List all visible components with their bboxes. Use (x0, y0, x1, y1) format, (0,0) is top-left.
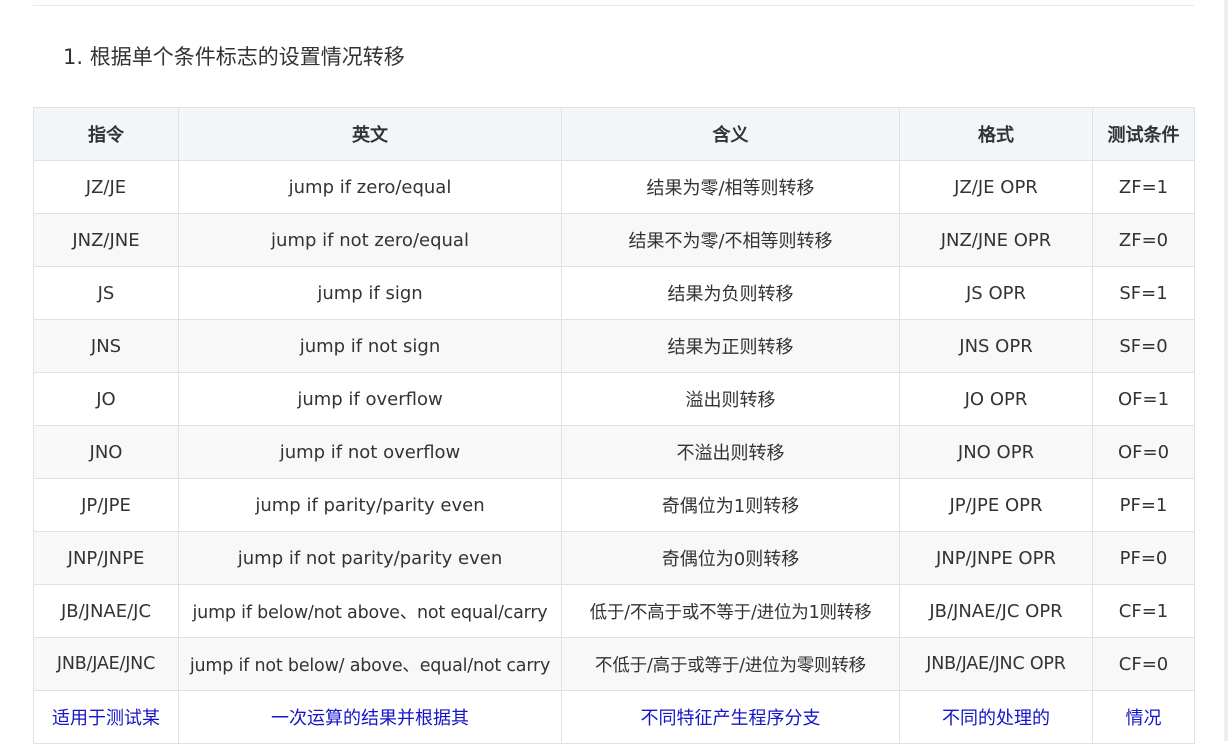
cell-test-condition: SF=0 (1092, 319, 1195, 373)
cell-english: jump if below/not above、not equal/carry (178, 584, 562, 638)
table-row: JO jump if overflow 溢出则转移 JO OPR OF=1 (33, 372, 1195, 426)
cell-link-text[interactable]: 情况 (1092, 690, 1195, 744)
cell-test-condition: ZF=1 (1092, 160, 1195, 214)
cell-english: jump if not zero/equal (178, 213, 562, 267)
table-row: JS jump if sign 结果为负则转移 JS OPR SF=1 (33, 266, 1195, 320)
header-format: 格式 (899, 107, 1093, 161)
cell-meaning: 溢出则转移 (561, 372, 900, 426)
cell-english: jump if sign (178, 266, 562, 320)
cell-link-text[interactable]: 适用于测试某 (33, 690, 179, 744)
cell-instruction: JNP/JNPE (33, 531, 179, 585)
table-row: JNO jump if not overflow 不溢出则转移 JNO OPR … (33, 425, 1195, 479)
cell-format: JO OPR (899, 372, 1093, 426)
cell-format: JNO OPR (899, 425, 1093, 479)
cell-test-condition: ZF=0 (1092, 213, 1195, 267)
header-test-condition: 测试条件 (1092, 107, 1195, 161)
table-row: JP/JPE jump if parity/parity even 奇偶位为1则… (33, 478, 1195, 532)
cell-test-condition: CF=1 (1092, 584, 1195, 638)
cell-instruction: JP/JPE (33, 478, 179, 532)
table-row: JZ/JE jump if zero/equal 结果为零/相等则转移 JZ/J… (33, 160, 1195, 214)
cell-meaning: 奇偶位为1则转移 (561, 478, 900, 532)
cell-meaning: 结果为正则转移 (561, 319, 900, 373)
cell-meaning: 低于/不高于或不等于/进位为1则转移 (561, 584, 900, 638)
top-divider (33, 5, 1194, 6)
cell-instruction: JB/JNAE/JC (33, 584, 179, 638)
cell-english: jump if overflow (178, 372, 562, 426)
cell-format: JNS OPR (899, 319, 1093, 373)
table-row: JNB/JAE/JNC jump if not below/ above、equ… (33, 637, 1195, 691)
cell-format: JP/JPE OPR (899, 478, 1093, 532)
cell-english: jump if parity/parity even (178, 478, 562, 532)
cell-format: JNB/JAE/JNC OPR (899, 637, 1093, 691)
cell-instruction: JO (33, 372, 179, 426)
header-instruction: 指令 (33, 107, 179, 161)
cell-instruction: JNO (33, 425, 179, 479)
scrollbar-track[interactable] (1224, 0, 1228, 741)
cell-link-text[interactable]: 不同的处理的 (899, 690, 1093, 744)
cell-format: JZ/JE OPR (899, 160, 1093, 214)
cell-test-condition: SF=1 (1092, 266, 1195, 320)
table-row: JNZ/JNE jump if not zero/equal 结果不为零/不相等… (33, 213, 1195, 267)
cell-english: jump if not parity/parity even (178, 531, 562, 585)
cell-meaning: 结果不为零/不相等则转移 (561, 213, 900, 267)
conditional-jump-table: 指令 英文 含义 格式 测试条件 JZ/JE jump if zero/equa… (33, 107, 1195, 744)
table-row-link-text: 适用于测试某 一次运算的结果并根据其 不同特征产生程序分支 不同的处理的 情况 (33, 690, 1195, 744)
cell-format: JB/JNAE/JC OPR (899, 584, 1093, 638)
cell-format: JS OPR (899, 266, 1093, 320)
cell-english: jump if not sign (178, 319, 562, 373)
cell-instruction: JS (33, 266, 179, 320)
cell-instruction: JNZ/JNE (33, 213, 179, 267)
cell-meaning: 不低于/高于或等于/进位为零则转移 (561, 637, 900, 691)
table-row: JNS jump if not sign 结果为正则转移 JNS OPR SF=… (33, 319, 1195, 373)
cell-meaning: 结果为零/相等则转移 (561, 160, 900, 214)
cell-link-text[interactable]: 不同特征产生程序分支 (561, 690, 900, 744)
table-row: JB/JNAE/JC jump if below/not above、not e… (33, 584, 1195, 638)
cell-link-text[interactable]: 一次运算的结果并根据其 (178, 690, 562, 744)
header-meaning: 含义 (561, 107, 900, 161)
header-english: 英文 (178, 107, 562, 161)
cell-meaning: 不溢出则转移 (561, 425, 900, 479)
cell-test-condition: PF=0 (1092, 531, 1195, 585)
section-heading: 1. 根据单个条件标志的设置情况转移 (63, 45, 405, 69)
cell-instruction: JZ/JE (33, 160, 179, 214)
cell-english: jump if not below/ above、equal/not carry (178, 637, 562, 691)
cell-english: jump if not overflow (178, 425, 562, 479)
cell-test-condition: CF=0 (1092, 637, 1195, 691)
table-row: JNP/JNPE jump if not parity/parity even … (33, 531, 1195, 585)
cell-instruction: JNS (33, 319, 179, 373)
cell-test-condition: OF=1 (1092, 372, 1195, 426)
table-header-row: 指令 英文 含义 格式 测试条件 (33, 107, 1195, 161)
cell-instruction: JNB/JAE/JNC (33, 637, 179, 691)
cell-english: jump if zero/equal (178, 160, 562, 214)
cell-test-condition: PF=1 (1092, 478, 1195, 532)
cell-meaning: 奇偶位为0则转移 (561, 531, 900, 585)
cell-test-condition: OF=0 (1092, 425, 1195, 479)
cell-format: JNZ/JNE OPR (899, 213, 1093, 267)
cell-format: JNP/JNPE OPR (899, 531, 1093, 585)
cell-meaning: 结果为负则转移 (561, 266, 900, 320)
